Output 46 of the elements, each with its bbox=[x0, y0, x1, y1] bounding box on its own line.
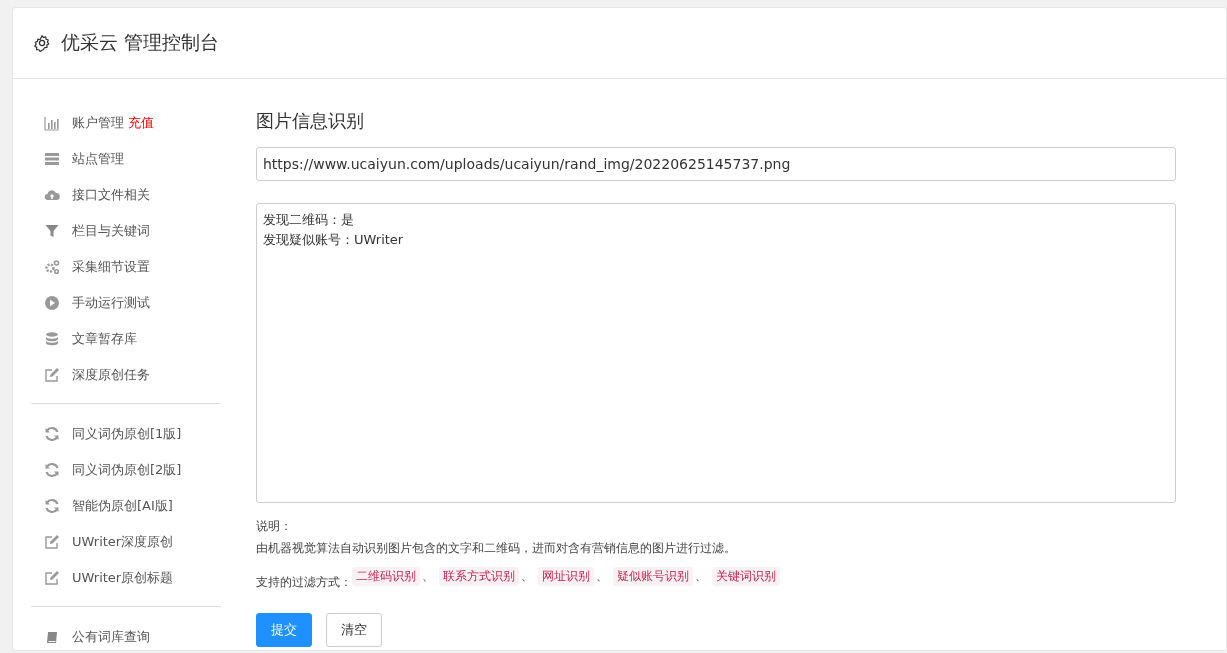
method-tag: 关键词识别 bbox=[712, 566, 780, 586]
url-field[interactable]: https://www.ucaiyun.com/uploads/ucaiyun/rand_img/20220625145737.png bbox=[256, 147, 1176, 181]
book-icon bbox=[44, 629, 60, 645]
sidebar-item[interactable]: 栏目与关键词 bbox=[31, 213, 221, 249]
separator: 、 bbox=[595, 567, 609, 585]
sidebar-item[interactable]: 公有词库查询 bbox=[31, 619, 221, 650]
database-icon bbox=[44, 331, 60, 347]
sidebar-item[interactable]: 采集细节设置 bbox=[31, 249, 221, 285]
sidebar-item[interactable]: 接口文件相关 bbox=[31, 177, 221, 213]
sidebar-item[interactable]: UWriter深度原创 bbox=[31, 524, 221, 560]
separator: 、 bbox=[520, 567, 534, 585]
method-tag: 二维码识别 bbox=[352, 566, 420, 586]
sidebar-item[interactable]: 账户管理 bbox=[72, 114, 124, 132]
edit-icon bbox=[44, 534, 60, 550]
server-icon bbox=[44, 151, 60, 167]
recharge-link[interactable]: 充值 bbox=[128, 114, 154, 132]
edit-icon bbox=[44, 367, 60, 383]
sidebar-item[interactable]: 站点管理 bbox=[31, 141, 221, 177]
sidebar-item[interactable]: 同义词伪原创[2版] bbox=[31, 452, 221, 488]
sidebar-item[interactable]: 同义词伪原创[1版] bbox=[31, 416, 221, 452]
sidebar-item[interactable]: 智能伪原创[AI版] bbox=[31, 488, 221, 524]
play-icon bbox=[44, 295, 60, 311]
bar-chart-icon bbox=[44, 115, 60, 131]
result-field[interactable]: 发现二维码：是 发现疑似账号：UWriter bbox=[256, 203, 1176, 503]
note-text: 由机器视觉算法自动识别图片包含的文字和二维码，进而对含有营销信息的图片进行过滤。 bbox=[256, 540, 737, 557]
sidebar-item[interactable]: UWriter原创标题 bbox=[31, 560, 221, 596]
refresh-icon bbox=[44, 462, 60, 478]
method-tag: 疑似账号识别 bbox=[613, 566, 693, 586]
sidebar-item[interactable]: 文章暂存库 bbox=[31, 321, 221, 357]
section-heading: 图片信息识别 bbox=[256, 109, 365, 133]
method-tag: 联系方式识别 bbox=[439, 566, 519, 586]
refresh-icon bbox=[44, 426, 60, 442]
separator: 、 bbox=[694, 567, 708, 585]
filter-icon bbox=[44, 223, 60, 239]
note-title: 说明： bbox=[256, 518, 293, 535]
method-tag: 网址识别 bbox=[538, 566, 594, 586]
separator: 、 bbox=[421, 567, 435, 585]
refresh-icon bbox=[44, 498, 60, 514]
sidebar-item[interactable]: 深度原创任务 bbox=[31, 357, 221, 393]
console-title: 优采云 管理控制台 bbox=[61, 30, 220, 55]
sidebar-item[interactable]: 手动运行测试 bbox=[31, 285, 221, 321]
settings-icon bbox=[33, 34, 51, 52]
cloud-upload-icon bbox=[44, 187, 60, 203]
edit-icon bbox=[44, 570, 60, 586]
methods-label: 支持的过滤方式： bbox=[256, 574, 352, 591]
clear-button[interactable]: 清空 bbox=[326, 613, 382, 647]
